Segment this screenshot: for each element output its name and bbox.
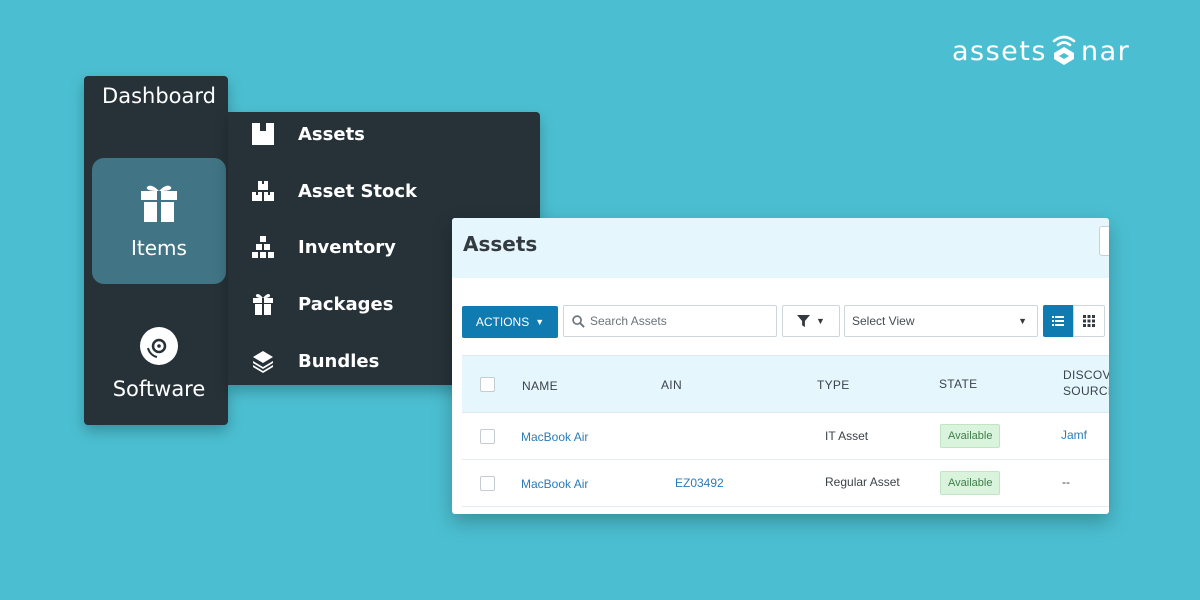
- gift-box-icon: [138, 183, 180, 236]
- column-header-type[interactable]: TYPE: [817, 377, 850, 393]
- brand-text-end: nar: [1080, 35, 1131, 67]
- asset-type: IT Asset: [825, 429, 869, 443]
- column-header-discovery-source[interactable]: DISCOVE SOURCE: [1063, 367, 1109, 399]
- sidebar-item-software-label: Software: [112, 377, 206, 401]
- gift-icon: [250, 291, 276, 317]
- list-icon: [1052, 316, 1064, 326]
- filter-button[interactable]: ▼: [782, 305, 840, 337]
- table-header: NAME AIN TYPE STATE DISCOVE SOURCE: [462, 355, 1109, 413]
- caret-down-icon: ▼: [816, 316, 825, 326]
- list-view-toggle[interactable]: [1043, 305, 1073, 337]
- header-action-button[interactable]: [1099, 226, 1109, 256]
- sidebar-item-items[interactable]: Items: [92, 158, 226, 284]
- sidebar-item-items-label: Items: [131, 235, 187, 260]
- box-icon: [250, 121, 276, 147]
- column-header-name[interactable]: NAME: [522, 378, 558, 394]
- disc-icon: [139, 326, 179, 377]
- status-badge: Available: [940, 424, 1001, 448]
- sonar-logo-icon: [1049, 32, 1079, 66]
- submenu-item-bundles[interactable]: Bundles: [250, 346, 379, 376]
- asset-ain[interactable]: EZ03492: [675, 476, 724, 490]
- column-header-ain[interactable]: AIN: [661, 377, 682, 393]
- submenu-item-label: Bundles: [298, 350, 380, 372]
- panel-header: Assets: [452, 218, 1109, 278]
- select-all-checkbox[interactable]: [480, 377, 495, 392]
- asset-name-link[interactable]: MacBook Air: [521, 477, 588, 491]
- row-checkbox[interactable]: [480, 476, 495, 491]
- submenu-item-label: Assets: [298, 123, 365, 145]
- brand-text-start: assets: [952, 35, 1047, 67]
- asset-name-link[interactable]: MacBook Air: [521, 430, 588, 444]
- page-title: Assets: [463, 232, 538, 256]
- select-view-value: Select View: [852, 314, 915, 328]
- table-row[interactable]: MacBook Air IT Asset Available Jamf: [462, 413, 1109, 460]
- search-icon: [572, 314, 585, 328]
- main-sidebar: Dashboard Items Software: [84, 76, 228, 425]
- assets-table: NAME AIN TYPE STATE DISCOVE SOURCE MacBo…: [462, 355, 1109, 507]
- discovery-source: Jamf: [1061, 428, 1088, 442]
- actions-button-label: ACTIONS: [475, 315, 530, 329]
- submenu-item-assets[interactable]: Assets: [250, 119, 365, 149]
- boxes-pyramid-icon: [250, 234, 276, 260]
- column-header-line: SOURCE: [1063, 384, 1109, 398]
- filter-icon: [797, 314, 811, 327]
- caret-down-icon: ▼: [535, 317, 545, 327]
- actions-button[interactable]: ACTIONS ▼: [462, 306, 558, 338]
- submenu-item-packages[interactable]: Packages: [250, 289, 393, 319]
- chevron-down-icon: ▼: [1018, 316, 1027, 326]
- sidebar-item-dashboard[interactable]: Dashboard: [84, 84, 234, 108]
- sidebar-item-software[interactable]: Software: [84, 326, 234, 401]
- layers-icon: [250, 348, 276, 374]
- submenu-item-asset-stock[interactable]: Asset Stock: [250, 176, 417, 206]
- select-view-dropdown[interactable]: Select View ▼: [844, 305, 1038, 337]
- grid-icon: [1083, 315, 1095, 327]
- column-header-line: DISCOVE: [1063, 368, 1109, 382]
- assets-panel: Assets ACTIONS ▼ ▼ Select View ▼: [452, 218, 1109, 514]
- discovery-source: --: [1062, 475, 1070, 489]
- boxes-stack-icon: [250, 178, 276, 204]
- submenu-item-label: Inventory: [298, 236, 396, 258]
- grid-view-toggle[interactable]: [1073, 305, 1105, 337]
- submenu-item-label: Packages: [298, 293, 394, 315]
- brand-logo: assets nar: [952, 34, 1130, 68]
- table-row[interactable]: MacBook Air EZ03492 Regular Asset Availa…: [462, 460, 1109, 507]
- status-badge: Available: [940, 471, 1001, 495]
- asset-type: Regular Asset: [825, 475, 900, 489]
- submenu-item-label: Asset Stock: [298, 180, 418, 202]
- submenu-item-inventory[interactable]: Inventory: [250, 232, 396, 262]
- search-box: [563, 305, 777, 337]
- search-input[interactable]: [590, 314, 770, 328]
- column-header-state[interactable]: STATE: [939, 376, 977, 392]
- row-checkbox[interactable]: [480, 429, 495, 444]
